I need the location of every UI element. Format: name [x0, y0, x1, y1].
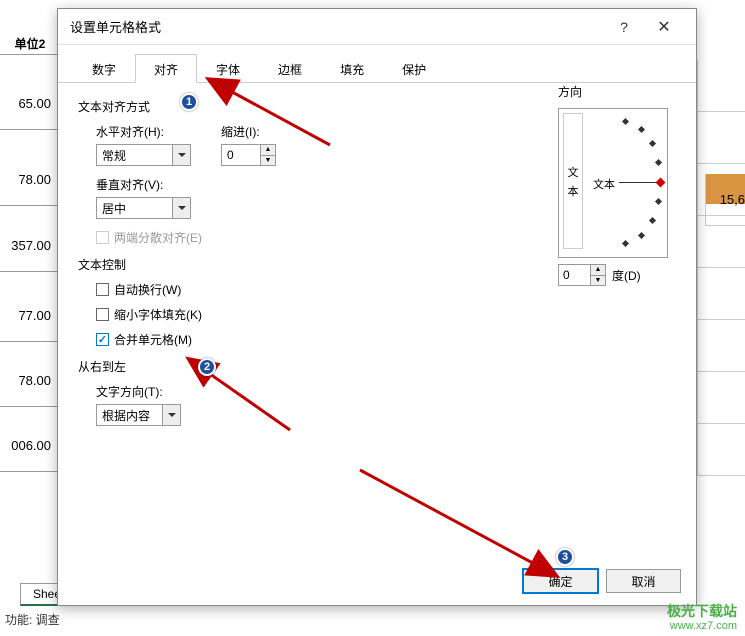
text-direction-value: 根据内容: [102, 407, 150, 424]
bg-cell-right: 15,6: [705, 174, 745, 226]
angle-indicator-icon: [656, 178, 666, 188]
spinner-down-icon[interactable]: ▼: [591, 276, 605, 286]
bg-cell: 357.00: [0, 220, 60, 272]
watermark-url: www.xz7.com: [667, 620, 737, 633]
bg-cell: 78.00: [0, 355, 60, 407]
merge-label: 合并单元格(M): [114, 331, 192, 348]
dropdown-arrow-icon: [172, 145, 190, 165]
shrink-label: 缩小字体填充(K): [114, 306, 202, 323]
tab-strip: 数字 对齐 字体 边框 填充 保护: [58, 53, 696, 83]
merge-cells-checkbox[interactable]: 合并单元格(M): [96, 331, 676, 348]
spinner-down-icon[interactable]: ▼: [261, 156, 275, 166]
annotation-badge-1: 1: [180, 93, 198, 111]
close-button[interactable]: ✕: [644, 17, 684, 37]
column-header: 单位2: [0, 30, 60, 55]
bg-cell: 77.00: [0, 290, 60, 342]
angle-tick-icon: [622, 240, 629, 247]
text-direction-select[interactable]: 根据内容: [96, 404, 181, 426]
tab-fill[interactable]: 填充: [321, 54, 383, 83]
grid-lines: [697, 60, 745, 540]
orientation-label: 方向: [558, 83, 678, 100]
degree-value: 0: [563, 268, 570, 282]
angle-line: [619, 182, 657, 183]
checkbox-icon: [96, 308, 109, 321]
degree-label: 度(D): [612, 267, 641, 284]
angle-tick-icon: [649, 140, 656, 147]
bg-cell: 65.00: [0, 78, 60, 130]
dialog-content: 文本对齐方式 水平对齐(H): 常规 缩进(I): 0 ▲: [58, 83, 696, 451]
angle-tick-icon: [638, 232, 645, 239]
tab-number[interactable]: 数字: [73, 54, 135, 83]
h-align-select[interactable]: 常规: [96, 144, 191, 166]
bg-cell: 78.00: [0, 154, 60, 206]
watermark: 极光下载站 www.xz7.com: [667, 603, 737, 633]
indent-value: 0: [227, 148, 234, 162]
annotation-badge-2: 2: [198, 358, 216, 376]
arc-text-label: 文本: [593, 176, 615, 192]
text-direction-label: 文字方向(T):: [96, 383, 676, 400]
dropdown-arrow-icon: [162, 405, 180, 425]
degree-spinner[interactable]: 0 ▲ ▼: [558, 264, 606, 286]
tab-alignment[interactable]: 对齐: [135, 54, 197, 83]
section-rtl: 从右到左: [78, 358, 676, 375]
help-button[interactable]: ?: [604, 19, 644, 35]
orientation-box[interactable]: 文 本 文本: [558, 108, 668, 258]
angle-arc[interactable]: 文本: [591, 116, 663, 248]
angle-tick-icon: [655, 198, 662, 205]
title-bar: 设置单元格格式 ? ✕: [58, 9, 696, 45]
h-align-label: 水平对齐(H):: [96, 123, 191, 140]
tab-font[interactable]: 字体: [197, 54, 259, 83]
angle-tick-icon: [638, 126, 645, 133]
v-align-value: 居中: [102, 200, 126, 217]
status-bar: 功能: 调查: [0, 611, 60, 628]
angle-tick-icon: [622, 118, 629, 125]
checkbox-icon: [96, 231, 109, 244]
indent-spinner[interactable]: 0 ▲ ▼: [221, 144, 276, 166]
tab-protection[interactable]: 保护: [383, 54, 445, 83]
h-align-value: 常规: [102, 147, 126, 164]
dialog-title: 设置单元格格式: [70, 17, 604, 36]
cancel-button[interactable]: 取消: [606, 569, 681, 593]
vertical-text-button[interactable]: 文 本: [563, 113, 583, 249]
wrap-label: 自动换行(W): [114, 281, 181, 298]
ok-button[interactable]: 确定: [523, 569, 598, 593]
spinner-up-icon[interactable]: ▲: [591, 265, 605, 276]
checkbox-checked-icon: [96, 333, 109, 346]
annotation-badge-3: 3: [556, 548, 574, 566]
dropdown-arrow-icon: [172, 198, 190, 218]
format-cells-dialog: 设置单元格格式 ? ✕ 数字 对齐 字体 边框 填充 保护 文本对齐方式 水平对…: [57, 8, 697, 606]
dialog-buttons: 确定 取消: [523, 569, 681, 593]
checkbox-icon: [96, 283, 109, 296]
watermark-title: 极光下载站: [667, 603, 737, 620]
angle-tick-icon: [649, 217, 656, 224]
indent-label: 缩进(I):: [221, 123, 276, 140]
bg-cell: 006.00: [0, 420, 60, 472]
v-align-select[interactable]: 居中: [96, 197, 191, 219]
spinner-up-icon[interactable]: ▲: [261, 145, 275, 156]
tab-border[interactable]: 边框: [259, 54, 321, 83]
angle-tick-icon: [655, 159, 662, 166]
orientation-section: 方向 文 本 文本: [558, 83, 678, 286]
justify-label: 两端分散对齐(E): [114, 229, 202, 246]
shrink-fit-checkbox[interactable]: 缩小字体填充(K): [96, 306, 676, 323]
